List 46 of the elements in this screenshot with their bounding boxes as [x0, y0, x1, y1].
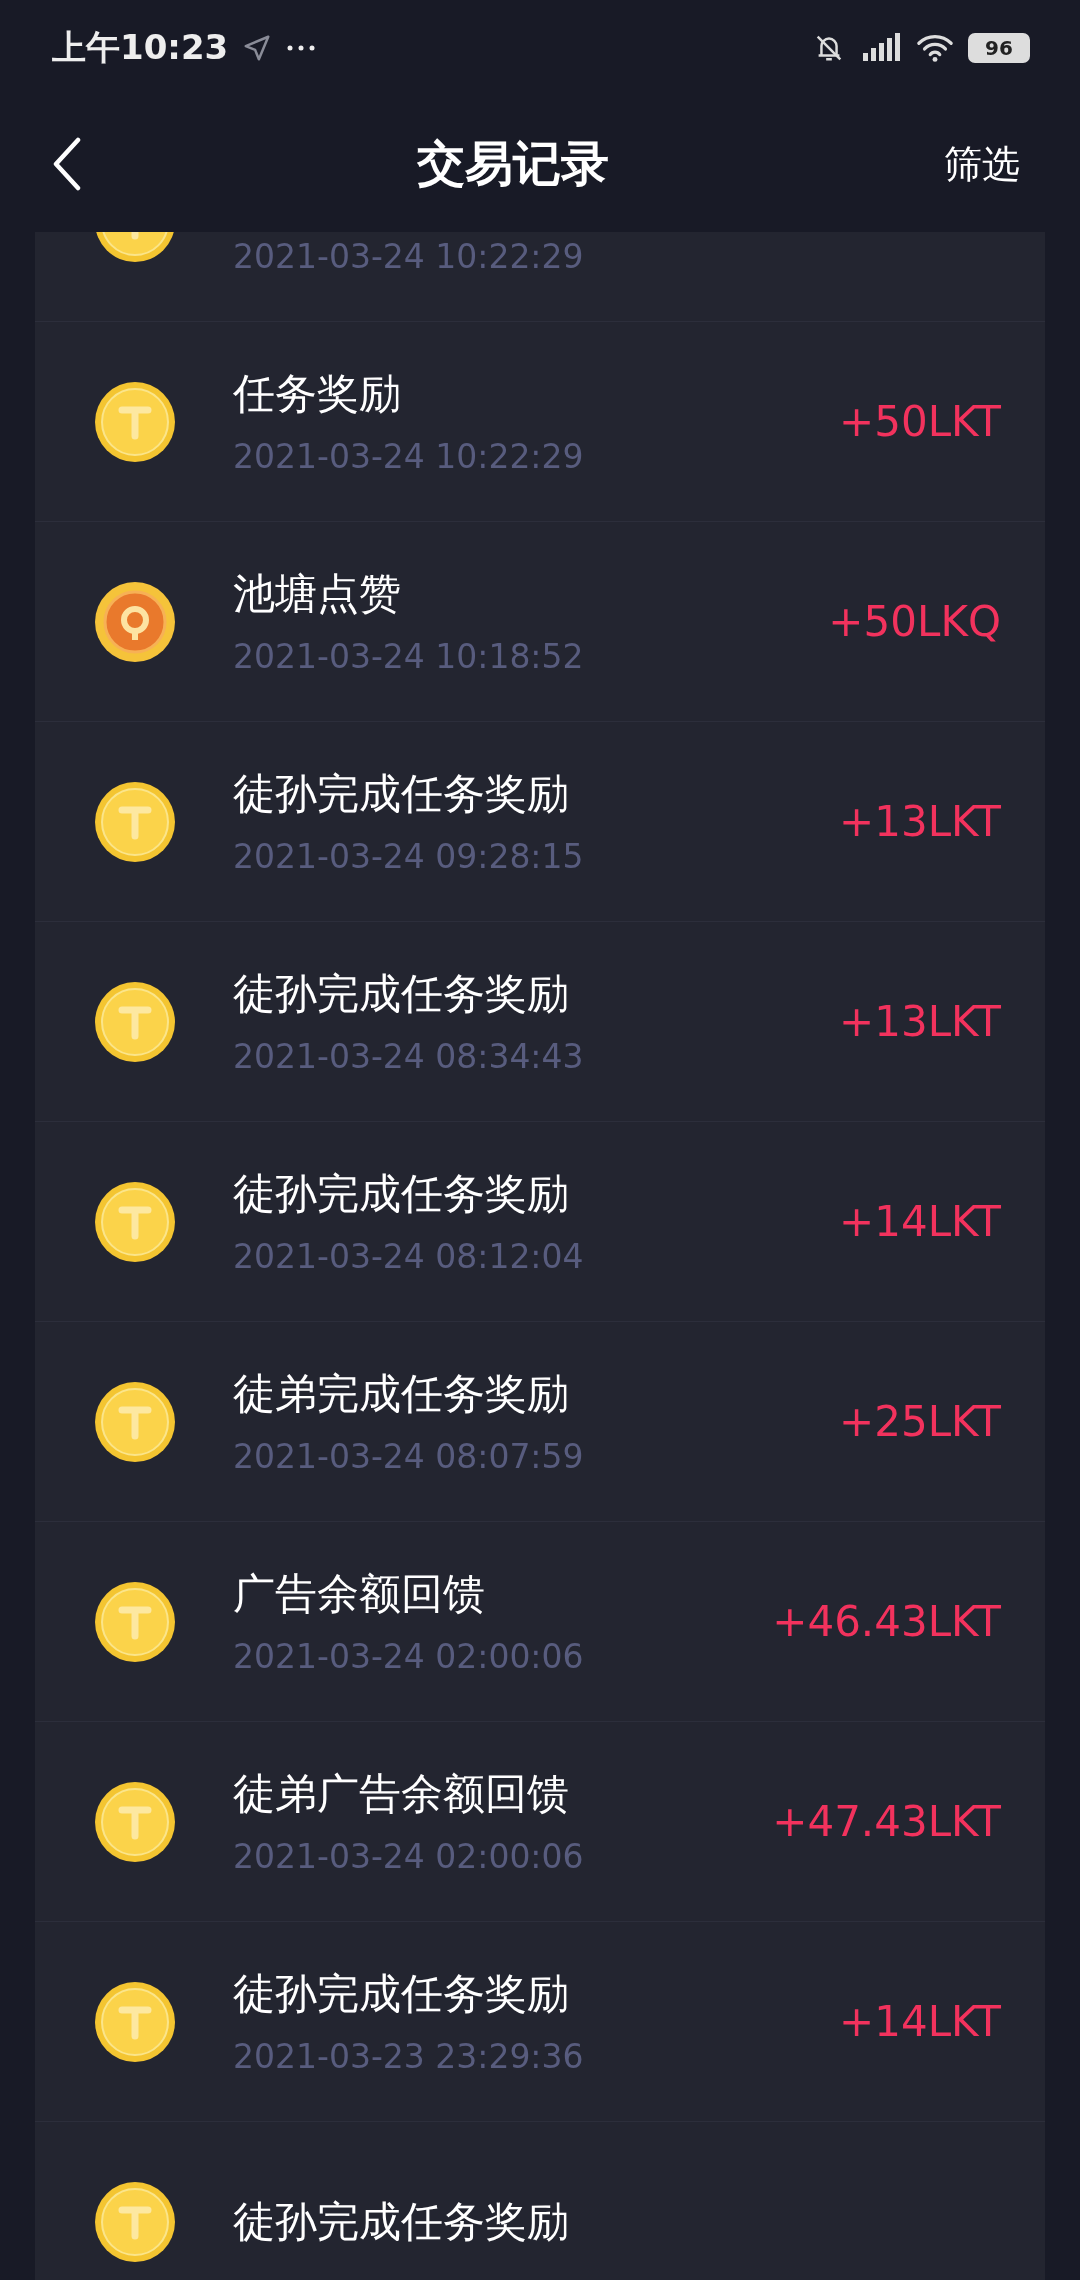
record-title: 徒孙完成任务奖励 [233, 2195, 570, 2248]
record-title: 徒弟完成任务奖励 [233, 1367, 570, 1420]
record-title: 池塘点赞 [233, 567, 402, 620]
record-amount: +13LKT [839, 797, 1001, 846]
record-date: 2021-03-24 02:00:06 [233, 1636, 585, 1677]
record-date: 2021-03-24 08:07:59 [233, 1436, 585, 1477]
t-coin-icon [95, 781, 175, 862]
t-coin-icon [95, 1981, 175, 2062]
record-date: 2021-03-24 02:00:06 [233, 1836, 585, 1877]
filter-button[interactable]: 筛选 [944, 138, 1020, 190]
record-title: 徒孙完成任务奖励 [233, 767, 570, 820]
t-coin-icon [95, 1781, 175, 1862]
record-amount: +50LKQ [828, 597, 1001, 646]
t-coin-icon [95, 381, 175, 462]
record-date: 2021-03-24 08:12:04 [233, 1236, 585, 1277]
back-button[interactable] [52, 137, 82, 191]
record-title: 广告余额回馈 [233, 1567, 486, 1620]
record-date: 2021-03-24 10:22:29 [233, 436, 585, 477]
signal-icon [862, 33, 902, 63]
q-coin-icon [95, 581, 175, 662]
t-coin-icon [95, 1381, 175, 1462]
record-date: 2021-03-24 08:34:43 [233, 1036, 585, 1077]
record-amount: +13LKT [839, 997, 1001, 1046]
record-date: 2021-03-23 23:29:36 [233, 2036, 585, 2077]
record-amount: +46.43LKT [772, 1597, 1001, 1646]
battery-icon: 96 [968, 33, 1030, 63]
record-title: 徒孙完成任务奖励 [233, 1967, 570, 2020]
t-coin-icon [95, 1181, 175, 1262]
more-dots-icon [286, 44, 317, 52]
t-coin-icon [95, 2181, 175, 2262]
record-amount: +25LKT [839, 1397, 1001, 1446]
record-date: 2021-03-24 10:18:52 [233, 636, 585, 677]
record-title: 徒孙完成任务奖励 [233, 967, 570, 1020]
t-coin-icon [95, 981, 175, 1062]
status-time: 上午10:23 [52, 26, 229, 69]
record-title: 徒孙完成任务奖励 [233, 1167, 570, 1220]
record-date: 2021-03-24 10:22:29 [233, 236, 585, 277]
record-amount: +14LKT [839, 1997, 1001, 2046]
record-date: 2021-03-24 09:28:15 [233, 836, 585, 877]
record-title: 任务奖励 [233, 367, 402, 420]
record-amount: +47.43LKT [772, 1797, 1001, 1846]
record-title: 徒弟广告余额回馈 [233, 1767, 570, 1820]
page-title: 交易记录 [416, 134, 610, 193]
t-coin-icon [95, 1581, 175, 1662]
record-amount: +14LKT [839, 1197, 1001, 1246]
record-amount: +50LKT [839, 397, 1001, 446]
